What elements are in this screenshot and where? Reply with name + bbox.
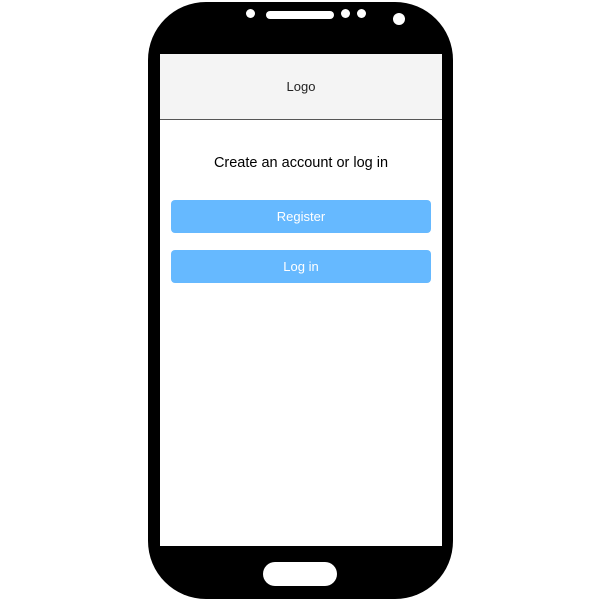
login-button-label: Log in <box>283 259 319 274</box>
logo: Logo <box>286 79 316 94</box>
front-camera-icon <box>393 13 405 25</box>
sensor-icon <box>246 9 255 18</box>
register-button-label: Register <box>276 209 326 224</box>
app-header: Logo <box>160 54 442 120</box>
sensor-icon <box>357 9 366 18</box>
mockup-canvas: Logo Create an account or log in Registe… <box>0 0 601 601</box>
speaker-grille <box>266 11 334 19</box>
register-button[interactable]: Register <box>171 200 431 233</box>
home-button[interactable] <box>263 562 337 586</box>
page-title: Create an account or log in <box>213 155 389 171</box>
login-button[interactable]: Log in <box>171 250 431 283</box>
sensor-icon <box>341 9 350 18</box>
phone-screen: Logo Create an account or log in Registe… <box>160 54 442 546</box>
